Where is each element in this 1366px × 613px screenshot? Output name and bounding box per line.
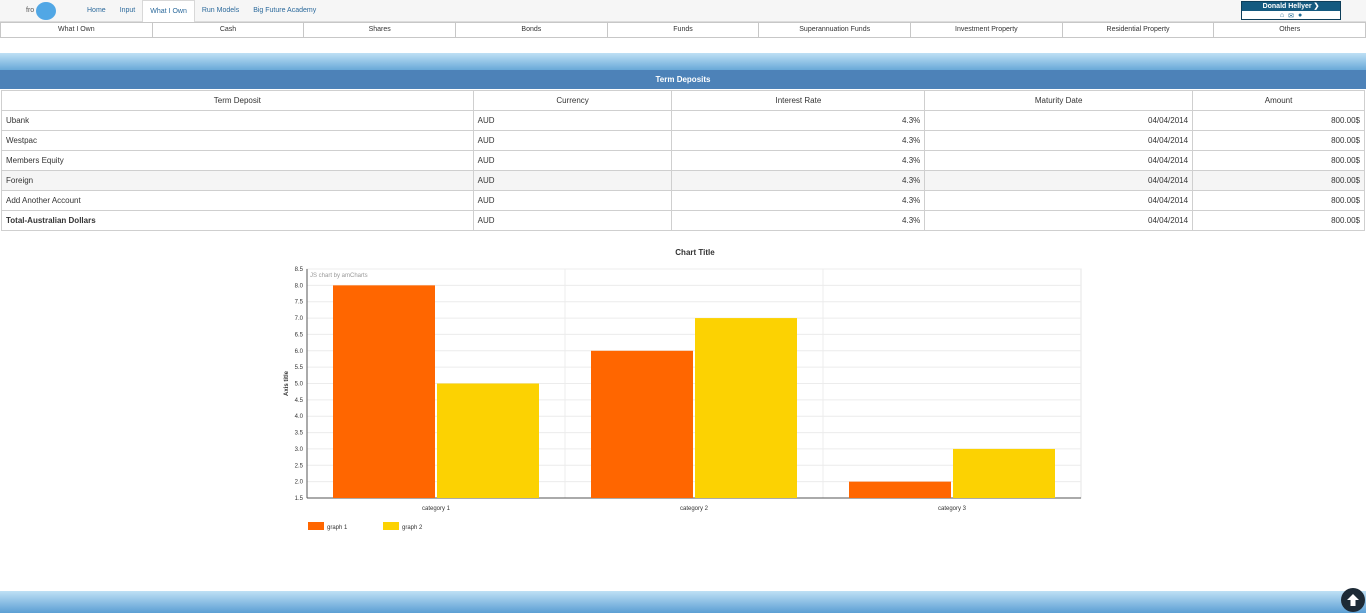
bar-graph-1-1	[333, 285, 435, 498]
chart-watermark: JS chart by amCharts	[310, 273, 368, 279]
y-tick-label: 1.5	[295, 496, 304, 502]
y-tick-label: 2.0	[295, 480, 304, 486]
y-tick-label: 5.0	[295, 382, 304, 388]
footer-band	[0, 591, 1366, 613]
y-tick-label: 4.5	[295, 398, 304, 404]
bar-graph-2-3	[953, 448, 1055, 498]
bar-graph-1-3	[849, 481, 951, 498]
legend-swatch	[383, 522, 399, 530]
bar-chart: 1.5 2.0 2.5 3.0 3.5 4.0 4.5 5.0 5.5 6.0 6.5 7.0 7.5 8…	[284, 267, 1082, 531]
bar-graph-1-2	[591, 350, 693, 498]
y-tick-label: 7.5	[295, 300, 304, 306]
arrow-up-icon	[1347, 594, 1359, 606]
legend-label: graph 2	[402, 525, 423, 531]
y-tick-label: 4.0	[295, 414, 304, 420]
x-tick-label: category 3	[938, 506, 967, 512]
y-tick-label: 5.5	[295, 365, 304, 371]
x-tick-label: category 1	[422, 506, 451, 512]
y-tick-label: 6.0	[295, 349, 304, 355]
y-tick-label: 6.5	[295, 332, 304, 338]
legend-label: graph 1	[327, 525, 348, 531]
bar-graph-2-2	[695, 318, 797, 498]
x-tick-label: category 2	[680, 506, 709, 512]
y-tick-label: 3.0	[295, 447, 304, 453]
y-tick-label: 7.0	[295, 316, 304, 322]
bar-graph-2-1	[437, 383, 539, 498]
y-tick-label: 2.5	[295, 463, 304, 469]
legend-swatch	[308, 522, 324, 530]
y-tick-label: 8.5	[295, 267, 304, 273]
y-tick-label: 3.5	[295, 431, 304, 437]
y-axis-title: Axis title	[284, 370, 290, 396]
scroll-top-button[interactable]	[1341, 588, 1365, 612]
y-tick-label: 8.0	[295, 283, 304, 289]
